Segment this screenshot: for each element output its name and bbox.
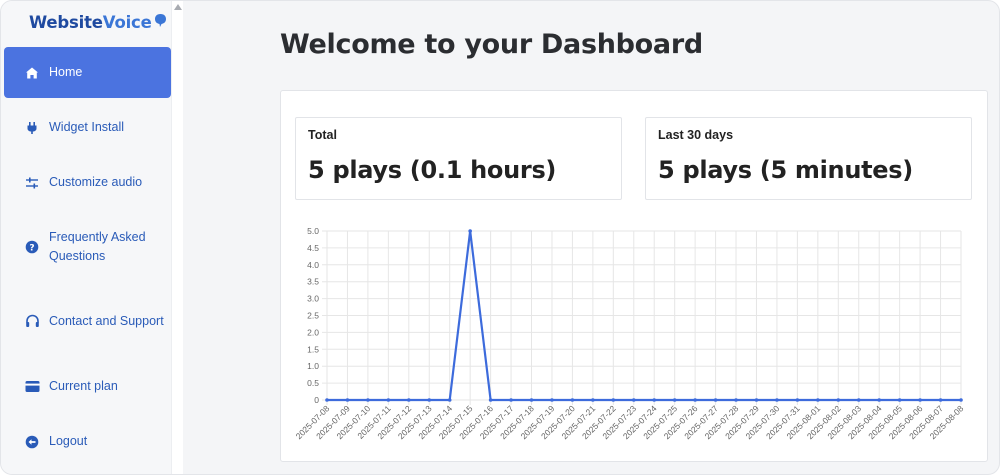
sidebar-item-current-plan[interactable]: Current plan	[4, 377, 171, 396]
y-tick-label: 1.0	[307, 361, 319, 371]
data-point	[386, 398, 391, 402]
data-point	[754, 398, 759, 402]
sidebar-item-label: Widget Install	[49, 120, 125, 134]
data-point	[591, 398, 595, 402]
y-tick-label: 3.0	[307, 294, 319, 304]
data-point	[652, 398, 657, 402]
y-tick-label: 4.0	[307, 260, 319, 270]
data-point	[775, 398, 779, 402]
total-stat-card: Total 5 plays (0.1 hours)	[295, 117, 622, 200]
data-point	[877, 398, 881, 402]
stat-value: 5 plays (0.1 hours)	[308, 156, 557, 184]
stat-value: 5 plays (5 minutes)	[658, 156, 913, 184]
y-tick-label: 5.0	[307, 226, 319, 236]
y-tick-label: 3.5	[307, 277, 319, 287]
data-point	[325, 398, 329, 402]
plays-line-chart: 00.51.01.52.02.53.03.54.04.55.02025-07-0…	[294, 226, 966, 441]
data-point	[734, 398, 738, 402]
scroll-up-arrow-icon[interactable]	[174, 4, 182, 10]
sidebar-item-widget-install[interactable]: Widget Install	[4, 118, 171, 137]
sidebar-scrollbar[interactable]	[171, 1, 183, 474]
data-point	[856, 398, 861, 402]
sidebar-item-label: Customize audio	[49, 175, 143, 189]
data-point	[672, 398, 677, 402]
page-title: Welcome to your Dashboard	[280, 29, 703, 60]
sidebar-item-home[interactable]: Home	[4, 47, 171, 98]
stat-title: Total	[308, 128, 337, 142]
svg-text:?: ?	[29, 243, 34, 253]
data-point	[836, 398, 841, 402]
data-point	[509, 398, 513, 402]
y-tick-label: 0.5	[307, 378, 319, 388]
logo-text-website: Website	[29, 12, 103, 32]
home-icon	[24, 65, 40, 81]
data-point	[407, 398, 411, 402]
logout-icon	[24, 434, 40, 450]
speech-bubble-icon	[154, 13, 167, 32]
data-point	[816, 398, 820, 402]
data-point	[529, 398, 534, 402]
sidebar-item-contact-support[interactable]: Contact and Support	[4, 302, 171, 340]
data-point	[570, 398, 575, 402]
y-tick-label: 4.5	[307, 243, 319, 253]
y-tick-label: 0	[314, 395, 319, 405]
y-tick-label: 1.5	[307, 344, 319, 354]
data-point	[366, 398, 370, 402]
data-point	[795, 398, 800, 402]
question-circle-icon: ?	[24, 239, 40, 255]
data-point	[427, 398, 432, 402]
last-30-days-stat-card: Last 30 days 5 plays (5 minutes)	[645, 117, 972, 200]
data-point	[447, 398, 452, 402]
logo[interactable]: Website Voice	[29, 11, 167, 33]
data-point	[631, 398, 636, 402]
sidebar-item-label: Current plan	[49, 379, 118, 393]
data-point	[468, 229, 472, 233]
sidebar-item-label: Logout	[49, 434, 88, 448]
stat-title: Last 30 days	[658, 128, 734, 142]
data-point	[611, 398, 616, 402]
y-tick-label: 2.0	[307, 327, 319, 337]
data-point	[550, 398, 554, 402]
data-point	[713, 398, 718, 402]
logo-text-voice: Voice	[102, 12, 152, 32]
plug-icon	[24, 120, 40, 136]
sidebar-item-faq[interactable]: ? Frequently Asked Questions	[4, 228, 171, 266]
sidebar: Website Voice Home Widget Install Customi…	[1, 1, 173, 474]
data-point	[693, 398, 697, 402]
sidebar-item-label: Contact and Support	[49, 313, 164, 328]
data-point	[938, 398, 943, 402]
y-tick-label: 2.5	[307, 311, 319, 321]
credit-card-icon	[24, 379, 40, 395]
app-window: Website Voice Home Widget Install Customi…	[0, 0, 1000, 475]
data-point	[345, 398, 350, 402]
sidebar-item-logout[interactable]: Logout	[4, 432, 171, 451]
data-point	[488, 398, 493, 402]
sidebar-item-label: Frequently Asked Questions	[49, 230, 146, 263]
sliders-icon	[24, 175, 40, 191]
data-point	[959, 398, 963, 402]
data-point	[918, 398, 922, 402]
sidebar-item-label: Home	[49, 65, 83, 79]
data-point	[897, 398, 902, 402]
headphones-icon	[24, 313, 40, 329]
sidebar-item-customize-audio[interactable]: Customize audio	[4, 173, 171, 192]
